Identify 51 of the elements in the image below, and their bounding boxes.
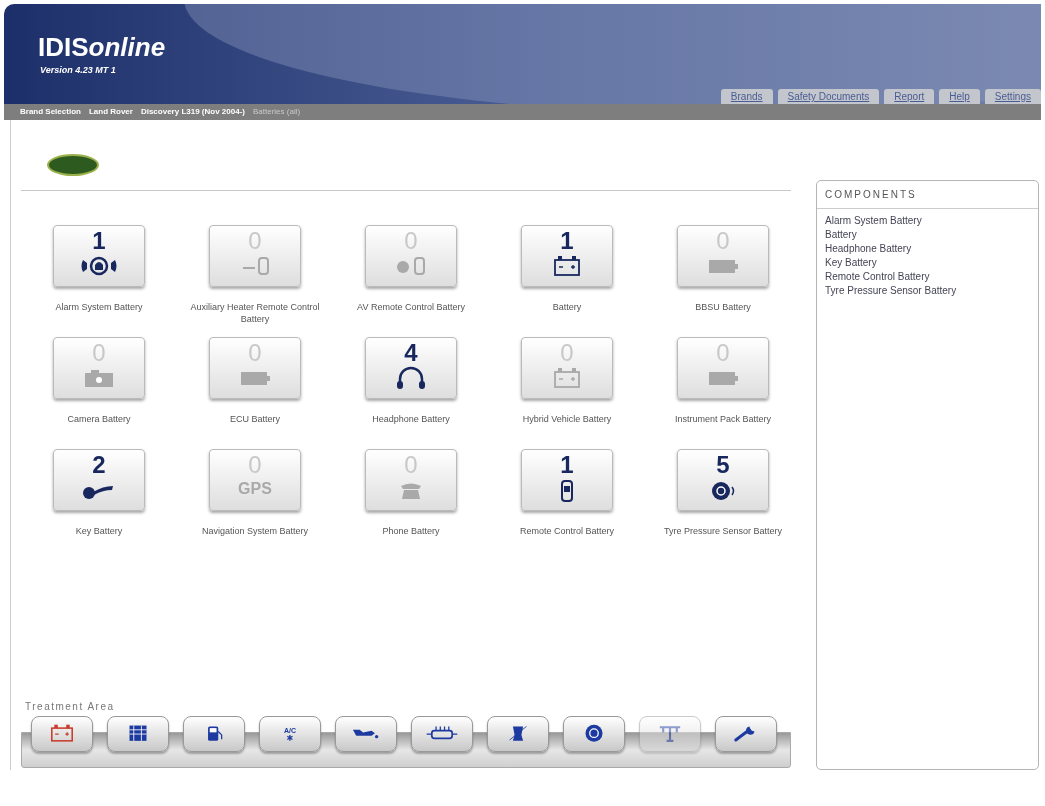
tile-label: Tyre Pressure Sensor Battery (662, 525, 783, 538)
battery-tile[interactable]: 4 (365, 337, 457, 399)
component-link[interactable]: Headphone Battery (825, 243, 1030, 255)
treatment-button[interactable] (487, 716, 549, 752)
component-link[interactable]: Key Battery (825, 257, 1030, 269)
panel-title: COMPONENTS (817, 181, 1038, 209)
tile-label: AV Remote Control Battery (356, 301, 466, 314)
tile-label: Remote Control Battery (518, 525, 615, 538)
tile-label: Camera Battery (66, 413, 132, 426)
tile-label: Navigation System Battery (200, 525, 309, 538)
tile-label: Instrument Pack Battery (673, 413, 772, 426)
treatment-button[interactable] (411, 716, 473, 752)
breadcrumb-link[interactable]: Land Rover (88, 106, 133, 118)
tile-label: Phone Battery (381, 525, 441, 538)
component-link[interactable]: Battery (825, 229, 1030, 241)
treatment-button[interactable] (335, 716, 397, 752)
battery-tile[interactable]: 1 (521, 449, 613, 511)
tile-label: Alarm System Battery (54, 301, 144, 314)
battery-tile[interactable]: 1 (53, 225, 145, 287)
nav-tab[interactable]: Safety Documents (777, 89, 880, 104)
tile-label: Key Battery (74, 525, 124, 538)
battery-tile[interactable]: 2 (53, 449, 145, 511)
treatment-button[interactable] (107, 716, 169, 752)
breadcrumb-link[interactable]: Batteries (all) (253, 106, 301, 118)
tile-label: Hybrid Vehicle Battery (521, 413, 613, 426)
tile-label: Auxiliary Heater Remote Control Battery (189, 301, 321, 326)
treatment-button[interactable] (183, 716, 245, 752)
brand-badge-icon (47, 154, 99, 176)
battery-tile[interactable]: 1 (521, 225, 613, 287)
battery-tile[interactable]: 5 (677, 449, 769, 511)
nav-tab[interactable]: Report (884, 89, 935, 104)
nav-tab[interactable]: Settings (984, 89, 1041, 104)
nav-tab[interactable]: Help (939, 89, 980, 104)
nav-tab[interactable]: Brands (720, 89, 773, 104)
gps-label: GPS (238, 479, 272, 499)
tile-label: Headphone Battery (371, 413, 451, 426)
section-title: Treatment Area (25, 700, 116, 714)
treatment-button[interactable] (31, 716, 93, 752)
component-link[interactable]: Remote Control Battery (825, 271, 1030, 283)
treatment-button[interactable] (715, 716, 777, 752)
component-link[interactable]: Alarm System Battery (825, 215, 1030, 227)
breadcrumb-link[interactable]: Brand Selection (20, 106, 81, 118)
snowflake-icon (286, 735, 294, 741)
tile-label: Battery (551, 301, 583, 314)
component-link[interactable]: Tyre Pressure Sensor Battery (825, 285, 1030, 297)
tile-label: BBSU Battery (694, 301, 752, 314)
breadcrumb-link[interactable]: Discovery L319 (Nov 2004-) (140, 106, 245, 118)
version-label: Version 4.23 MT 1 (40, 64, 116, 77)
treatment-button[interactable] (563, 716, 625, 752)
tile-label: ECU Battery (229, 413, 281, 426)
app-logo: IDISonline (38, 34, 166, 60)
